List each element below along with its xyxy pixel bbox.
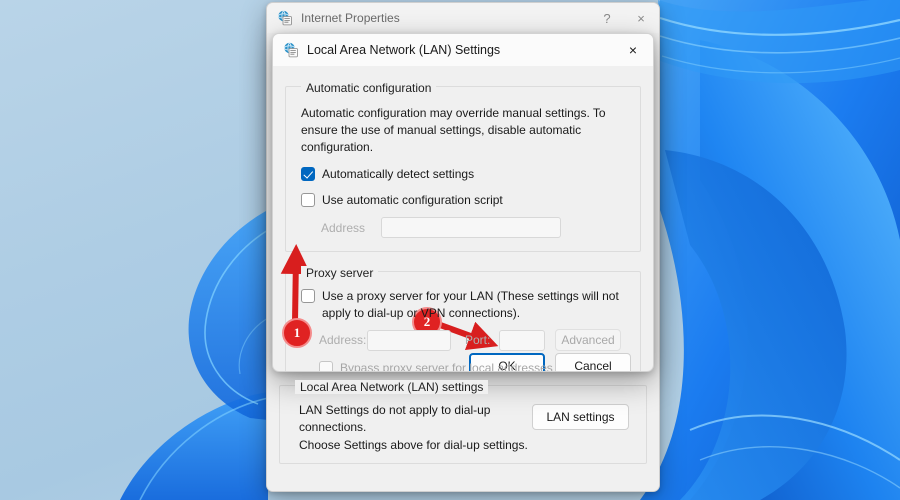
lan-settings-body: Automatic configuration Automatic config… — [273, 79, 653, 372]
proxy-address-label: Address: — [319, 333, 367, 348]
automatic-configuration-content: Automatic configuration may override man… — [295, 97, 631, 239]
advanced-button[interactable]: Advanced — [555, 329, 621, 352]
proxy-server-group: Proxy server Use a proxy server for your… — [285, 264, 641, 372]
lan-settings-button[interactable]: LAN settings — [532, 404, 629, 430]
internet-properties-icon — [277, 10, 293, 26]
help-button[interactable]: ? — [591, 3, 623, 33]
close-icon[interactable]: × — [613, 34, 653, 66]
screen: Internet Properties ? × Local Area Netwo… — [0, 0, 900, 500]
lan-settings-description: LAN Settings do not apply to dial-up con… — [299, 402, 532, 454]
internet-properties-title: Internet Properties — [301, 11, 400, 25]
proxy-port-label: Port: — [465, 333, 491, 348]
automatic-configuration-label: Automatic configuration — [301, 81, 437, 95]
proxy-address-row: Address: Port: Advanced — [301, 329, 625, 352]
lan-settings-description-line1: LAN Settings do not apply to dial-up con… — [299, 403, 491, 435]
lan-settings-group-label: Local Area Network (LAN) settings — [295, 380, 489, 394]
use-config-script-checkbox[interactable] — [301, 192, 315, 207]
automatic-configuration-description: Automatic configuration may override man… — [301, 106, 606, 155]
script-address-label: Address — [321, 220, 366, 235]
script-address-input[interactable] — [381, 217, 561, 239]
titlebar-buttons: ? × — [591, 3, 659, 33]
bypass-proxy-checkbox[interactable] — [319, 361, 333, 371]
bypass-proxy-row[interactable]: Bypass proxy server for local addresses — [319, 360, 625, 372]
internet-properties-titlebar[interactable]: Internet Properties ? × — [267, 3, 659, 33]
proxy-server-content: Use a proxy server for your LAN (These s… — [295, 282, 631, 372]
auto-detect-settings-row[interactable]: Automatically detect settings — [301, 166, 625, 183]
automatic-configuration-group: Automatic configuration Automatic config… — [285, 79, 641, 253]
bypass-proxy-label: Bypass proxy server for local addresses — [340, 361, 553, 372]
lan-settings-group: Local Area Network (LAN) settings LAN Se… — [279, 378, 647, 465]
auto-detect-settings-checkbox[interactable] — [301, 167, 315, 182]
use-proxy-label: Use a proxy server for your LAN (These s… — [322, 289, 619, 320]
lan-settings-dialog: Local Area Network (LAN) Settings × Auto… — [272, 33, 654, 372]
auto-detect-settings-label: Automatically detect settings — [322, 167, 475, 182]
internet-properties-icon — [283, 42, 299, 58]
lan-settings-row: LAN Settings do not apply to dial-up con… — [289, 396, 637, 454]
proxy-server-label: Proxy server — [301, 266, 379, 281]
close-icon[interactable]: × — [623, 3, 659, 33]
proxy-address-input[interactable] — [367, 329, 451, 351]
lan-settings-titlebar[interactable]: Local Area Network (LAN) Settings × — [273, 34, 653, 67]
use-config-script-row[interactable]: Use automatic configuration script — [301, 192, 625, 209]
lan-settings-description-line2: Choose Settings above for dial-up settin… — [299, 437, 528, 452]
proxy-port-input[interactable] — [499, 329, 545, 351]
script-address-row: Address — [301, 217, 625, 239]
use-config-script-label: Use automatic configuration script — [322, 192, 503, 207]
use-proxy-checkbox[interactable] — [301, 289, 315, 304]
use-proxy-row[interactable]: Use a proxy server for your LAN (These s… — [301, 288, 625, 321]
lan-settings-title: Local Area Network (LAN) Settings — [307, 43, 501, 57]
